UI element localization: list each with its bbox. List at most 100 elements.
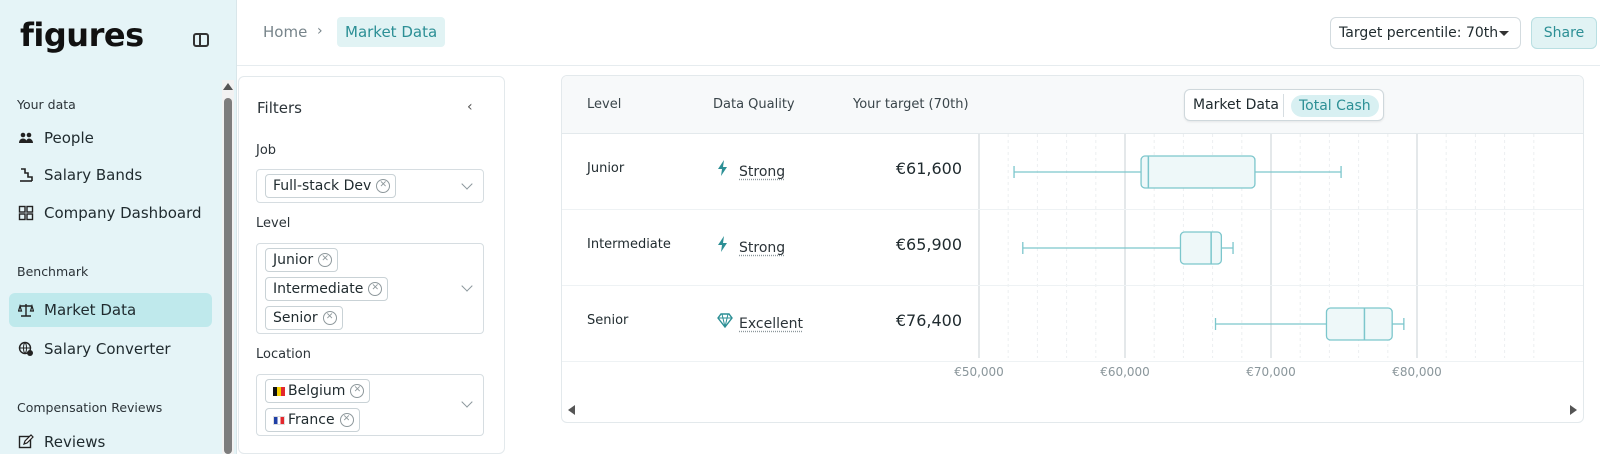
row-level: Senior (587, 313, 629, 328)
france-flag-icon (273, 416, 285, 425)
row-level: Junior (587, 161, 625, 176)
remove-chip-icon[interactable]: ✕ (350, 384, 365, 398)
location-label: Location (256, 347, 311, 362)
edit-icon (18, 434, 34, 450)
remove-chip-icon[interactable]: ✕ (339, 413, 354, 427)
scroll-right-icon[interactable] (1570, 405, 1577, 415)
percentile-select[interactable]: Target percentile: 70th (1330, 17, 1521, 49)
percentile-select-value: Target percentile: 70th (1339, 25, 1499, 41)
job-chip[interactable]: Full-stack Dev ✕ (265, 174, 397, 198)
caret-down-icon (1499, 31, 1509, 36)
level-chip[interactable]: Senior ✕ (265, 306, 343, 330)
x-tick-label: €60,000 (1100, 365, 1150, 379)
sidebar-item-label: Salary Converter (44, 340, 171, 358)
dashboard-icon (18, 205, 34, 221)
scrollbar-thumb[interactable] (224, 98, 232, 454)
breadcrumb-current: Market Data (337, 17, 446, 47)
sidebar-item-label: Market Data (44, 301, 137, 319)
toggle-market-data[interactable]: Market Data (1193, 97, 1279, 113)
section-title-benchmark: Benchmark (17, 264, 89, 279)
sidebar-item-market-data[interactable]: Market Data (9, 293, 212, 327)
sidebar-item-label: People (44, 129, 94, 147)
column-level: Level (587, 97, 622, 112)
market-data-table: €50,000 €60,000 €70,000 €80,000 Level Data … (561, 75, 1584, 423)
chevron-down-icon (461, 396, 473, 408)
location-chip[interactable]: France ✕ (265, 408, 360, 432)
sidebar-collapse-icon[interactable] (193, 33, 209, 47)
chip-label: Full-stack Dev (273, 178, 372, 194)
remove-chip-icon[interactable]: ✕ (322, 311, 337, 325)
row-quality[interactable]: Strong (717, 160, 785, 180)
level-chip[interactable]: Intermediate ✕ (265, 277, 389, 301)
row-quality[interactable]: Strong (717, 236, 785, 256)
toggle-total-cash[interactable]: Total Cash (1291, 95, 1379, 117)
column-target: Your target (70th) (853, 97, 969, 112)
sidebar-item-company-dashboard[interactable]: Company Dashboard (9, 196, 212, 230)
logo[interactable]: figures (20, 16, 144, 54)
x-tick-label: €80,000 (1392, 365, 1442, 379)
row-target: €76,400 (895, 311, 962, 330)
location-select[interactable]: Belgium ✕ France ✕ (256, 374, 484, 436)
row-target: €65,900 (895, 235, 962, 254)
section-title-your-data: Your data (17, 97, 76, 112)
x-tick-label: €70,000 (1246, 365, 1296, 379)
chevron-down-icon (461, 178, 473, 190)
belgium-flag-icon (273, 387, 285, 396)
quality-label: Strong (739, 240, 786, 256)
table-header: Level Data Quality Your target (70th) Ma… (562, 76, 1583, 134)
bolt-icon (717, 160, 733, 180)
chip-label: Junior (273, 252, 314, 268)
quality-label: Strong (739, 164, 786, 180)
view-toggle: Market Data Total Cash (1184, 89, 1384, 121)
chip-label: Intermediate (273, 281, 364, 297)
location-chip[interactable]: Belgium ✕ (265, 379, 371, 403)
sidebar-item-label: Reviews (44, 433, 106, 451)
filters-panel: Filters ‹ Job Full-stack Dev ✕ Level Jun… (238, 76, 505, 454)
level-chip[interactable]: Junior ✕ (265, 248, 339, 272)
level-label: Level (256, 216, 291, 231)
remove-chip-icon[interactable]: ✕ (376, 179, 391, 193)
section-title-compensation-reviews: Compensation Reviews (17, 400, 163, 415)
sidebar: figures Your data People Salary Bands Co… (0, 0, 237, 454)
row-level: Intermediate (587, 237, 671, 252)
job-select[interactable]: Full-stack Dev ✕ (256, 169, 484, 203)
scale-icon (17, 302, 35, 318)
people-icon (18, 130, 34, 146)
chip-label: Belgium (288, 383, 346, 399)
column-quality: Data Quality (713, 97, 795, 112)
row-target: €61,600 (895, 159, 962, 178)
share-button[interactable]: Share (1531, 17, 1597, 49)
sidebar-scrollbar[interactable] (222, 80, 234, 454)
scroll-up-icon[interactable] (223, 83, 233, 90)
sidebar-item-people[interactable]: People (9, 121, 212, 155)
row-quality[interactable]: Excellent (717, 312, 803, 332)
chevron-down-icon (461, 280, 473, 292)
sidebar-item-label: Salary Bands (44, 166, 143, 184)
table-row[interactable]: Senior Excellent €76,400 (562, 286, 1583, 362)
bolt-icon (717, 236, 733, 256)
sidebar-item-salary-bands[interactable]: Salary Bands (9, 158, 212, 192)
diamond-icon (717, 312, 733, 332)
remove-chip-icon[interactable]: ✕ (368, 282, 383, 296)
table-row[interactable]: Junior Strong €61,600 (562, 134, 1583, 210)
level-select[interactable]: Junior ✕ Intermediate ✕ Senior ✕ (256, 243, 484, 334)
salary-bands-icon (18, 167, 34, 183)
sidebar-item-label: Company Dashboard (44, 204, 202, 222)
toggle-divider (1283, 94, 1284, 117)
chip-label: Senior (273, 310, 318, 326)
collapse-filters-icon[interactable]: ‹ (467, 99, 473, 115)
scroll-left-icon[interactable] (568, 405, 575, 415)
sidebar-item-salary-converter[interactable]: Salary Converter (9, 332, 212, 366)
filters-title: Filters (257, 99, 302, 117)
quality-label: Excellent (739, 316, 803, 332)
breadcrumb-separator: › (317, 23, 323, 39)
table-row[interactable]: Intermediate Strong €65,900 (562, 210, 1583, 286)
breadcrumb-home[interactable]: Home (263, 23, 307, 41)
header: Home › Market Data Target percentile: 70… (237, 0, 1600, 66)
chip-label: France (288, 412, 335, 428)
globe-icon (18, 341, 34, 357)
sidebar-item-reviews[interactable]: Reviews (9, 425, 212, 454)
remove-chip-icon[interactable]: ✕ (318, 253, 333, 267)
job-label: Job (256, 143, 277, 158)
x-tick-label: €50,000 (954, 365, 1004, 379)
